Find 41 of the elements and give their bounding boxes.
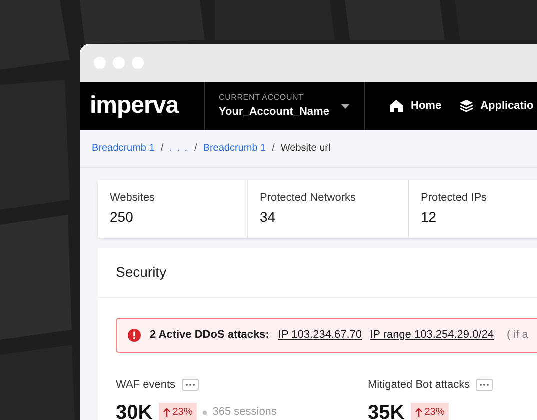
account-label: CURRENT ACCOUNT	[219, 92, 305, 104]
layers-icon	[460, 100, 473, 112]
home-icon	[390, 100, 403, 112]
metric-note: 365 sessions	[212, 405, 277, 420]
change-badge: 23%	[410, 403, 449, 420]
account-selector[interactable]: CURRENT ACCOUNT Your_Account_Name	[205, 82, 365, 130]
nav-link[interactable]: Applicatio	[460, 98, 534, 114]
ellipsis-icon	[186, 384, 194, 386]
stat-label: Protected IPs	[421, 190, 488, 206]
metric-label: Mitigated Bot attacks	[368, 378, 470, 393]
breadcrumb-current: Website url	[280, 142, 331, 156]
breadcrumb-separator: /	[272, 142, 275, 156]
caret-icon	[341, 104, 350, 108]
alert-more-text: ( if a	[507, 328, 528, 344]
breadcrumb-link[interactable]: Breadcrumb 1	[92, 141, 155, 156]
alert-icon	[128, 329, 141, 342]
alert-text: 2 Active DDoS attacks:	[150, 328, 270, 344]
breadcrumb-link[interactable]: . . .	[170, 141, 188, 156]
account-name: Your_Account_Name	[219, 104, 330, 120]
stat-label: Protected Networks	[260, 190, 357, 206]
more-button[interactable]	[476, 379, 494, 392]
stat-value: 34	[260, 208, 277, 228]
metric-value: 30K	[116, 400, 153, 420]
metric-value: 35K	[368, 400, 405, 420]
alert-link[interactable]: IP range 103.254.29.0/24	[370, 327, 494, 344]
breadcrumb-link[interactable]: Breadcrumb 1	[203, 141, 266, 156]
logo[interactable]: imperva	[90, 88, 179, 124]
stat-value: 250	[110, 208, 134, 228]
change-badge: 23%	[158, 403, 197, 420]
alert-link[interactable]: IP 103.234.67.70	[278, 327, 362, 344]
stat-label: Websites	[110, 190, 156, 206]
section-title: Security	[116, 263, 167, 282]
breadcrumb-separator: /	[160, 142, 164, 156]
arrow-up-icon	[414, 408, 423, 417]
ellipsis-icon	[480, 384, 490, 386]
nav-link[interactable]: Home	[390, 98, 442, 114]
stat-value: 12	[421, 208, 438, 228]
metric-label: WAF events	[116, 378, 176, 393]
breadcrumb-separator: /	[194, 142, 198, 156]
arrow-up-icon	[162, 408, 171, 417]
more-button[interactable]	[182, 379, 198, 392]
